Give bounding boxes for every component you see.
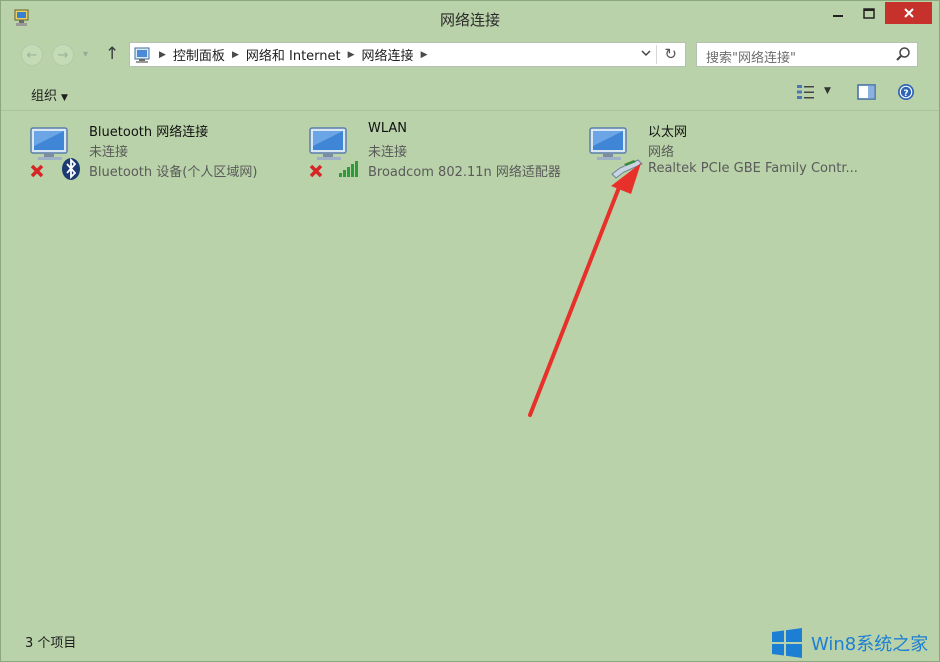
- back-button[interactable]: ←: [21, 44, 43, 66]
- breadcrumb-network-and-internet[interactable]: 网络和 Internet: [246, 45, 341, 64]
- preview-pane-icon[interactable]: [857, 83, 877, 101]
- connection-name: Bluetooth 网络连接: [89, 125, 209, 140]
- ethernet-cable-icon: [589, 127, 643, 179]
- organize-label: 组织: [31, 89, 58, 104]
- status-bar: 3 个项目 Win8系统之家: [1, 625, 939, 661]
- close-button[interactable]: [885, 2, 932, 24]
- minimize-button[interactable]: [821, 2, 855, 24]
- chevron-right-icon[interactable]: ▶: [348, 50, 355, 60]
- address-bar[interactable]: ▶ 控制面板 ▶ 网络和 Internet ▶ 网络连接 ▶ ↻: [129, 42, 686, 67]
- connection-device: Realtek PCIe GBE Family Contr...: [648, 161, 858, 176]
- connection-status: 网络: [648, 145, 675, 160]
- chevron-down-icon: ▾: [83, 49, 89, 60]
- maximize-icon: [863, 7, 875, 19]
- search-field[interactable]: 搜索"网络连接": [696, 42, 918, 67]
- connections-list: Bluetooth 网络连接 未连接 Bluetooth 设备(个人区域网) W…: [2, 112, 938, 624]
- address-history-dropdown[interactable]: [641, 47, 651, 60]
- up-button[interactable]: ↑: [105, 44, 119, 64]
- address-divider: [656, 45, 657, 64]
- connection-name: WLAN: [368, 121, 408, 136]
- command-bar: 组织 ▼ ▼ ?: [1, 75, 939, 111]
- connection-item-ethernet[interactable]: 以太网 网络 Realtek PCIe GBE Family Contr...: [588, 120, 860, 180]
- arrow-left-icon: ←: [26, 47, 38, 63]
- navigation-bar: ← → ▾ ↑ ▶ 控制面板 ▶ 网络和 Internet ▶ 网络连接 ▶ ↻…: [1, 37, 939, 71]
- search-icon[interactable]: [895, 46, 911, 62]
- chevron-right-icon[interactable]: ▶: [232, 50, 239, 60]
- view-options-caret-icon[interactable]: ▼: [824, 86, 831, 96]
- connection-item-bluetooth[interactable]: Bluetooth 网络连接 未连接 Bluetooth 设备(个人区域网): [29, 120, 301, 180]
- connection-status: 未连接: [89, 145, 129, 160]
- connection-item-wlan[interactable]: WLAN 未连接 Broadcom 802.11n 网络适配器: [308, 120, 580, 180]
- breadcrumb-network-connections[interactable]: 网络连接: [362, 45, 414, 64]
- control-panel-icon: [134, 47, 150, 63]
- arrow-up-icon: ↑: [105, 44, 120, 64]
- windows-logo-icon: [772, 628, 802, 658]
- maximize-button[interactable]: [855, 2, 883, 24]
- bluetooth-adapter-icon: [30, 127, 80, 180]
- window-title: 网络连接: [439, 11, 500, 29]
- caret-down-icon: ▼: [61, 93, 68, 103]
- network-connections-window: 网络连接 ← → ▾ ↑ ▶ 控制面板 ▶ 网络和 Internet ▶ 网络连…: [0, 0, 940, 662]
- svg-text:?: ?: [903, 89, 908, 99]
- breadcrumb-control-panel[interactable]: 控制面板: [173, 45, 225, 64]
- watermark-text: Win8系统之家: [811, 634, 929, 655]
- wireless-signal-icon: [309, 127, 358, 178]
- close-icon: [903, 8, 914, 18]
- arrow-right-icon: →: [57, 47, 69, 63]
- connection-device: Broadcom 802.11n 网络适配器: [368, 165, 561, 180]
- chevron-right-icon[interactable]: ▶: [159, 50, 166, 60]
- refresh-button[interactable]: ↻: [664, 45, 677, 63]
- search-placeholder: 搜索"网络连接": [706, 51, 796, 66]
- item-count: 3 个项目: [25, 636, 77, 651]
- chevron-down-icon: [641, 50, 651, 57]
- connection-status: 未连接: [368, 145, 408, 160]
- connection-name: 以太网: [648, 125, 688, 140]
- forward-button[interactable]: →: [52, 44, 74, 66]
- recent-locations-button[interactable]: ▾: [83, 49, 88, 60]
- help-icon[interactable]: ?: [897, 83, 915, 101]
- refresh-icon: ↻: [664, 45, 677, 63]
- connection-device: Bluetooth 设备(个人区域网): [89, 165, 258, 180]
- watermark: Win8系统之家: [771, 625, 928, 661]
- chevron-right-icon[interactable]: ▶: [421, 50, 428, 60]
- change-view-icon[interactable]: [796, 83, 816, 101]
- title-bar[interactable]: 网络连接: [1, 1, 939, 37]
- minimize-icon: [833, 15, 843, 17]
- organize-menu-button[interactable]: 组织 ▼: [31, 85, 68, 104]
